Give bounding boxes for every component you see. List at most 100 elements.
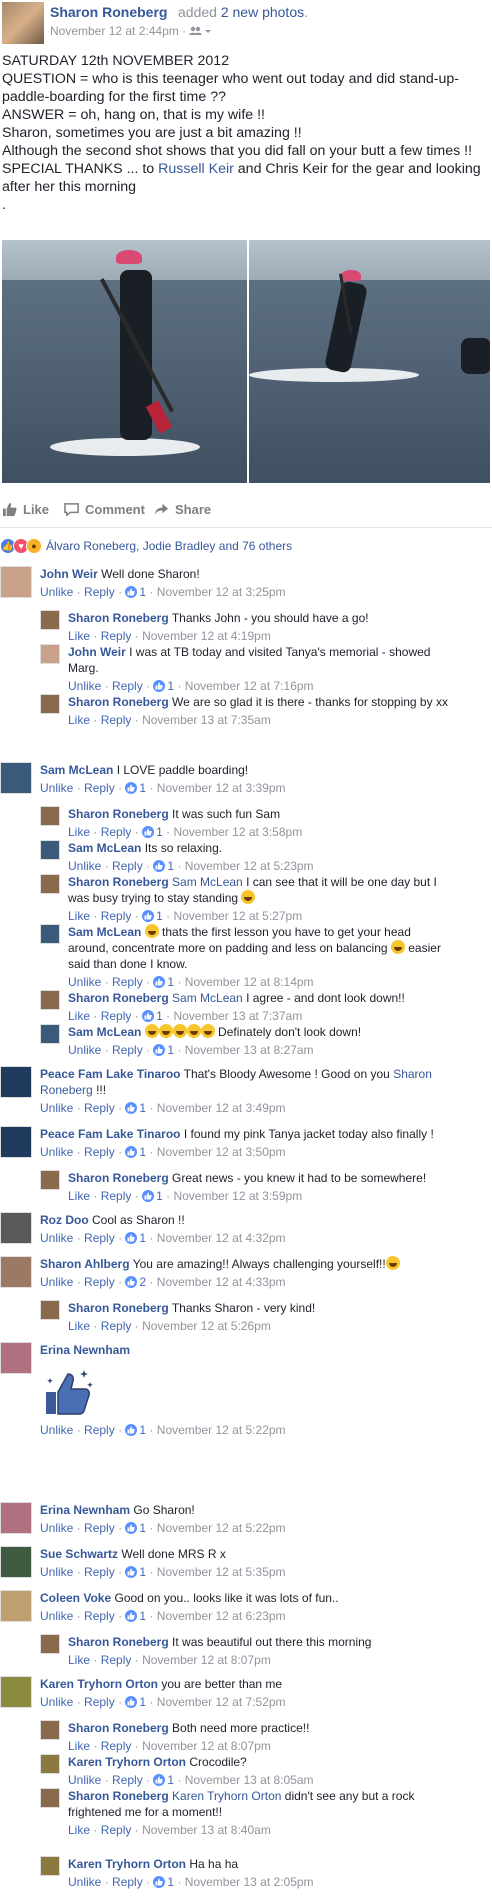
commenter-avatar[interactable] [0,1066,32,1098]
comment-like-toggle[interactable]: Like [68,1189,90,1203]
commenter-avatar[interactable] [40,644,60,664]
comment-like-toggle[interactable]: Like [68,1653,90,1667]
comment-timestamp[interactable]: November 12 at 3:39pm [157,781,286,795]
comment-reply-link[interactable]: Reply [84,1145,115,1159]
comment-like-toggle[interactable]: Unlike [40,1565,73,1579]
comment-author[interactable]: Sharon Roneberg [68,695,169,709]
comment-likes[interactable]: 1 [153,1042,174,1058]
comment-timestamp[interactable]: November 13 at 8:05am [185,1773,314,1787]
commenter-avatar[interactable] [0,1546,32,1578]
comment-likes[interactable]: 1 [153,678,174,694]
comment-like-toggle[interactable]: Unlike [68,1773,101,1787]
comment-likes[interactable]: 1 [153,1772,174,1788]
comment-reply-link[interactable]: Reply [84,1565,115,1579]
comment-timestamp[interactable]: November 12 at 8:14pm [185,975,314,989]
comment-likes[interactable]: 1 [153,1874,174,1890]
comment-author[interactable]: John Weir [68,645,126,659]
comment-reply-link[interactable]: Reply [84,1275,115,1289]
comment-like-toggle[interactable]: Unlike [68,859,101,873]
comment-author[interactable]: Sue Schwartz [40,1547,118,1561]
comment-likes[interactable]: 1 [142,1188,163,1204]
comment-button[interactable]: Comment [64,502,145,517]
comment-reply-link[interactable]: Reply [112,1875,143,1889]
comment-timestamp[interactable]: November 12 at 7:16pm [185,679,314,693]
comment-author[interactable]: Sharon Ahlberg [40,1257,130,1271]
comment-author[interactable]: Sam McLean [68,925,141,939]
comment-author[interactable]: Erina Newnham [40,1503,130,1517]
comment-likes[interactable]: 1 [125,1100,146,1116]
reactions-names[interactable]: Álvaro Roneberg, Jodie Bradley and 76 ot… [46,539,292,553]
comment-timestamp[interactable]: November 12 at 8:07pm [142,1653,271,1667]
comment-timestamp[interactable]: November 12 at 3:25pm [157,585,286,599]
comment-likes[interactable]: 1 [142,824,163,840]
comment-like-toggle[interactable]: Unlike [40,1231,73,1245]
comment-likes[interactable]: 1 [125,1422,146,1438]
comment-author[interactable]: Sharon Roneberg [68,807,169,821]
comment-likes[interactable]: 1 [153,974,174,990]
commenter-avatar[interactable] [40,806,60,826]
photos-link[interactable]: 2 new photos [221,4,304,20]
comment-author[interactable]: Sam McLean [68,841,141,855]
comment-like-toggle[interactable]: Like [68,1319,90,1333]
comment-reply-link[interactable]: Reply [112,975,143,989]
commenter-avatar[interactable] [40,1754,60,1774]
comment-like-toggle[interactable]: Like [68,909,90,923]
comment-author[interactable]: Peace Fam Lake Tinaroo [40,1067,181,1081]
comment-timestamp[interactable]: November 12 at 7:52pm [157,1695,286,1709]
commenter-avatar[interactable] [0,1126,32,1158]
comment-reply-link[interactable]: Reply [101,1319,132,1333]
comment-like-toggle[interactable]: Unlike [40,781,73,795]
comment-reply-link[interactable]: Reply [84,1521,115,1535]
comment-timestamp[interactable]: November 12 at 5:35pm [157,1565,286,1579]
russell-keir-link[interactable]: Russell Keir [158,161,234,177]
comment-timestamp[interactable]: November 12 at 4:32pm [157,1231,286,1245]
reactions-summary[interactable]: 👍 ♥ ● Álvaro Roneberg, Jodie Bradley and… [0,536,292,556]
commenter-avatar[interactable] [0,1256,32,1288]
comment-author[interactable]: Sharon Roneberg [68,1301,169,1315]
comment-author[interactable]: Erina Newnham [40,1343,130,1357]
comment-reply-link[interactable]: Reply [112,1043,143,1057]
comment-reply-link[interactable]: Reply [101,1189,132,1203]
like-button[interactable]: Like [2,502,49,517]
commenter-avatar[interactable] [40,1788,60,1808]
photo-2[interactable] [249,240,490,483]
comment-like-toggle[interactable]: Unlike [40,1423,73,1437]
comment-timestamp[interactable]: November 12 at 8:07pm [142,1739,271,1753]
comment-like-toggle[interactable]: Unlike [40,1521,73,1535]
comment-timestamp[interactable]: November 12 at 3:49pm [157,1101,286,1115]
comment-mention[interactable]: Karen Tryhorn Orton [172,1789,281,1803]
comment-timestamp[interactable]: November 12 at 5:26pm [142,1319,271,1333]
comment-like-toggle[interactable]: Unlike [68,1875,101,1889]
comment-mention[interactable]: Sam McLean [172,991,243,1005]
comment-author[interactable]: Sharon Roneberg [68,1789,169,1803]
comment-timestamp[interactable]: November 12 at 3:50pm [157,1145,286,1159]
comment-like-toggle[interactable]: Like [68,713,90,727]
comment-reply-link[interactable]: Reply [101,1009,132,1023]
comment-timestamp[interactable]: November 13 at 8:40am [142,1823,271,1837]
comment-timestamp[interactable]: November 13 at 7:35am [142,713,271,727]
commenter-avatar[interactable] [0,1590,32,1622]
comment-likes[interactable]: 1 [153,858,174,874]
comment-like-toggle[interactable]: Unlike [68,1043,101,1057]
commenter-avatar[interactable] [0,1212,32,1244]
comment-author[interactable]: Karen Tryhorn Orton [40,1677,158,1691]
comment-reply-link[interactable]: Reply [84,781,115,795]
comment-timestamp[interactable]: November 12 at 6:23pm [157,1609,286,1623]
comment-like-toggle[interactable]: Like [68,825,90,839]
comment-likes[interactable]: 1 [125,1608,146,1624]
comment-author[interactable]: Sharon Roneberg [68,1721,169,1735]
comment-reply-link[interactable]: Reply [101,825,132,839]
commenter-avatar[interactable] [0,1676,32,1708]
comment-likes[interactable]: 1 [125,780,146,796]
comment-like-toggle[interactable]: Unlike [40,1695,73,1709]
comment-timestamp[interactable]: November 12 at 4:33pm [157,1275,286,1289]
comment-like-toggle[interactable]: Like [68,629,90,643]
comment-reply-link[interactable]: Reply [84,1101,115,1115]
comment-like-toggle[interactable]: Unlike [68,975,101,989]
comment-author[interactable]: Sharon Roneberg [68,611,169,625]
comment-reply-link[interactable]: Reply [84,585,115,599]
comment-like-toggle[interactable]: Unlike [40,1275,73,1289]
comment-author[interactable]: Sam McLean [40,763,113,777]
comment-reply-link[interactable]: Reply [84,1609,115,1623]
comment-author[interactable]: Sharon Roneberg [68,991,169,1005]
